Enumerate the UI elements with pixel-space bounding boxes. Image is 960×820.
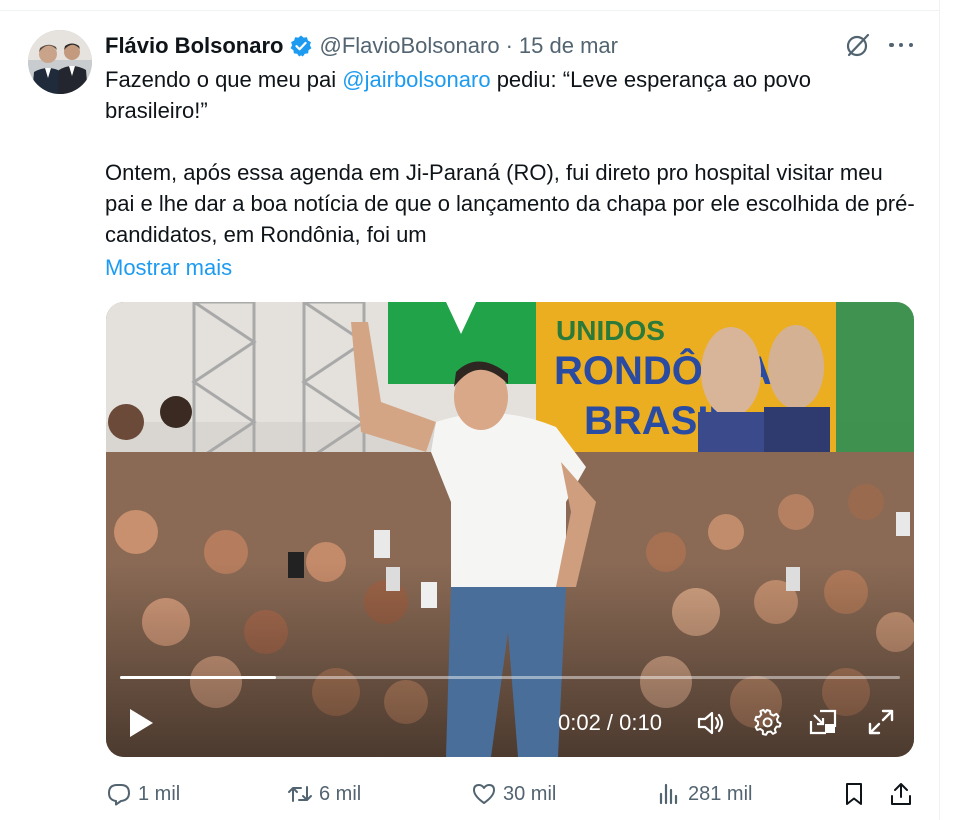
video-frame: UNIDOS RONDÔNIA BRASIL bbox=[106, 302, 914, 757]
avatar[interactable] bbox=[28, 30, 92, 94]
reply-icon bbox=[108, 784, 130, 806]
verified-badge-icon[interactable] bbox=[289, 34, 313, 58]
svg-text:UNIDOS: UNIDOS bbox=[556, 315, 665, 346]
grok-icon[interactable] bbox=[845, 32, 871, 58]
video-player[interactable]: UNIDOS RONDÔNIA BRASIL 0:02 / 0:10 bbox=[106, 302, 914, 757]
like-button[interactable]: 30 mil bbox=[471, 781, 556, 807]
play-icon[interactable] bbox=[126, 706, 156, 740]
heart-icon bbox=[473, 784, 495, 804]
repost-icon bbox=[288, 786, 312, 802]
views-count: 281 mil bbox=[688, 782, 753, 805]
views-icon bbox=[659, 783, 678, 805]
repost-button[interactable]: 6 mil bbox=[287, 781, 361, 807]
reply-count: 1 mil bbox=[138, 782, 181, 805]
dot bbox=[908, 42, 913, 48]
mention-link[interactable]: @jairbolsonaro bbox=[342, 67, 490, 92]
user-handle[interactable]: @FlavioBolsonaro bbox=[319, 33, 499, 59]
bookmark-icon[interactable] bbox=[841, 781, 867, 807]
tweet-text: Fazendo o que meu pai @jairbolsonaro ped… bbox=[105, 64, 915, 250]
paragraph-2: Ontem, após essa agenda em Ji-Paraná (RO… bbox=[105, 160, 915, 247]
separator: · bbox=[505, 33, 513, 58]
text-prefix: Fazendo o que meu pai bbox=[105, 67, 343, 92]
action-bar: 1 mil 6 mil 30 mil 281 mil bbox=[0, 775, 940, 815]
more-icon[interactable] bbox=[886, 32, 916, 58]
progress-fill bbox=[120, 676, 276, 679]
volume-icon[interactable] bbox=[694, 707, 726, 739]
like-count: 30 mil bbox=[503, 782, 557, 805]
repost-count: 6 mil bbox=[319, 782, 362, 805]
paragraph-1: Fazendo o que meu pai @jairbolsonaro ped… bbox=[105, 64, 915, 126]
divider bbox=[0, 10, 940, 11]
tweet-date[interactable]: 15 de mar bbox=[519, 33, 618, 59]
video-time: 0:02 / 0:10 bbox=[558, 710, 662, 735]
show-more-link[interactable]: Mostrar mais bbox=[105, 252, 232, 283]
share-icon[interactable] bbox=[888, 781, 914, 807]
progress-bar[interactable] bbox=[120, 676, 900, 679]
display-name[interactable]: Flávio Bolsonaro bbox=[105, 33, 283, 59]
tweet-card[interactable]: Flávio Bolsonaro @FlavioBolsonaro · 15 d… bbox=[0, 0, 960, 820]
picture-in-picture-icon[interactable] bbox=[808, 707, 838, 737]
dot bbox=[889, 42, 894, 48]
gear-icon[interactable] bbox=[752, 707, 782, 737]
views-button[interactable]: 281 mil bbox=[656, 781, 752, 807]
fullscreen-icon[interactable] bbox=[866, 707, 896, 737]
reply-button[interactable]: 1 mil bbox=[106, 781, 180, 807]
tweet-header: Flávio Bolsonaro @FlavioBolsonaro · 15 d… bbox=[105, 31, 618, 61]
divider bbox=[939, 0, 940, 820]
dot bbox=[898, 42, 904, 48]
